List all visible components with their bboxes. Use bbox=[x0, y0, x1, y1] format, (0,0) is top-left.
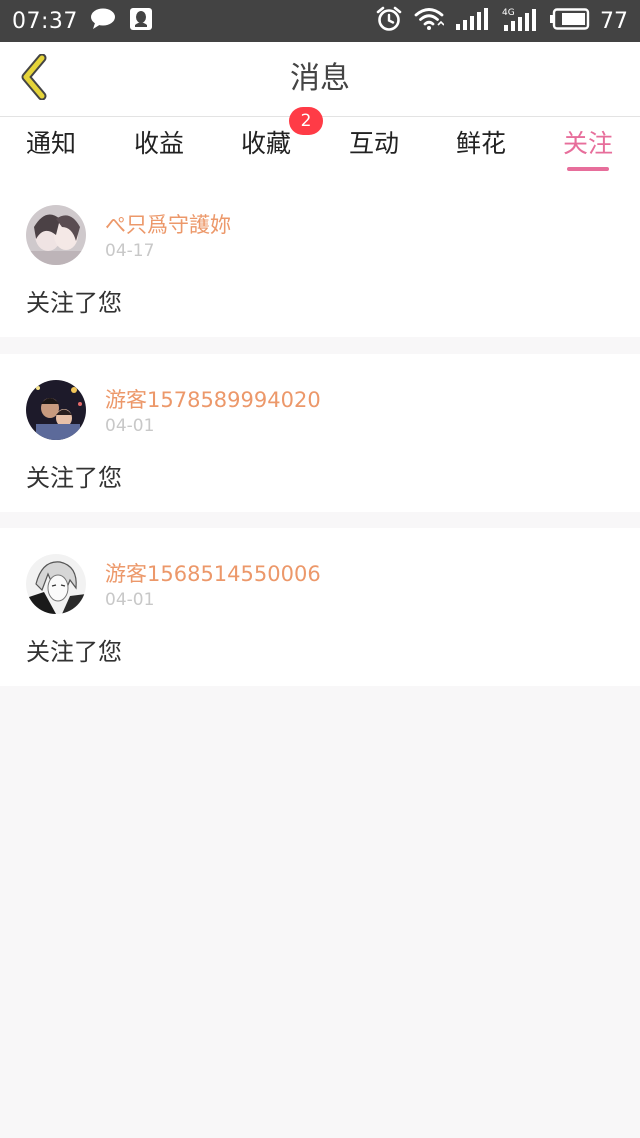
avatar[interactable] bbox=[26, 380, 86, 440]
status-time: 07:37 bbox=[12, 8, 78, 34]
timestamp: 04-01 bbox=[105, 590, 155, 610]
list-item[interactable]: 游客1578589994020 04-01 关注了您 bbox=[0, 354, 640, 512]
timestamp: 04-17 bbox=[105, 241, 155, 261]
tab-label: 互动 bbox=[348, 129, 399, 158]
battery-icon bbox=[550, 8, 590, 34]
unread-badge: 2 bbox=[289, 107, 323, 135]
chat-bubble-icon bbox=[90, 8, 116, 34]
page-title: 消息 bbox=[290, 61, 350, 96]
message-text: 关注了您 bbox=[26, 638, 122, 666]
signal-4g-icon: 4G bbox=[502, 7, 538, 35]
avatar[interactable] bbox=[26, 554, 86, 614]
status-right: 4G 77 bbox=[376, 6, 628, 36]
username[interactable]: 游客1578589994020 bbox=[105, 384, 321, 414]
timestamp: 04-01 bbox=[105, 416, 155, 436]
username[interactable]: 游客1568514550006 bbox=[105, 558, 321, 588]
list-item[interactable]: ぺ只爲守護妳 04-17 关注了您 bbox=[0, 179, 640, 337]
tab-favorites[interactable]: 收藏 2 bbox=[237, 107, 323, 179]
tab-label: 收藏 bbox=[240, 129, 291, 158]
message-text: 关注了您 bbox=[26, 289, 122, 317]
wifi-icon bbox=[414, 7, 445, 35]
battery-level: 77 bbox=[600, 8, 628, 34]
header: 消息 bbox=[0, 42, 640, 116]
avatar[interactable] bbox=[26, 205, 86, 265]
tab-flowers[interactable]: 鲜花 bbox=[452, 117, 510, 179]
tab-follows[interactable]: 关注 bbox=[559, 117, 617, 179]
tab-label: 收益 bbox=[133, 129, 184, 158]
tab-earnings[interactable]: 收益 bbox=[130, 117, 188, 179]
signal-icon bbox=[456, 8, 490, 34]
active-tab-indicator bbox=[567, 167, 609, 171]
tab-notifications[interactable]: 通知 bbox=[22, 117, 80, 179]
tab-bar: 通知 收益 收藏 2 互动 鲜花 关注 bbox=[0, 107, 640, 179]
qq-icon bbox=[129, 8, 152, 34]
list-item[interactable]: 游客1568514550006 04-01 关注了您 bbox=[0, 528, 640, 686]
username[interactable]: ぺ只爲守護妳 bbox=[105, 209, 231, 239]
status-bar: 07:37 4G 77 bbox=[0, 0, 640, 42]
tab-label: 关注 bbox=[562, 129, 613, 158]
alarm-icon bbox=[376, 6, 402, 36]
status-left: 07:37 bbox=[12, 8, 152, 34]
tab-label: 通知 bbox=[25, 129, 76, 158]
tab-interactions[interactable]: 互动 bbox=[345, 117, 403, 179]
svg-text:4G: 4G bbox=[502, 8, 515, 18]
tab-label: 鲜花 bbox=[455, 129, 506, 158]
message-text: 关注了您 bbox=[26, 464, 122, 492]
